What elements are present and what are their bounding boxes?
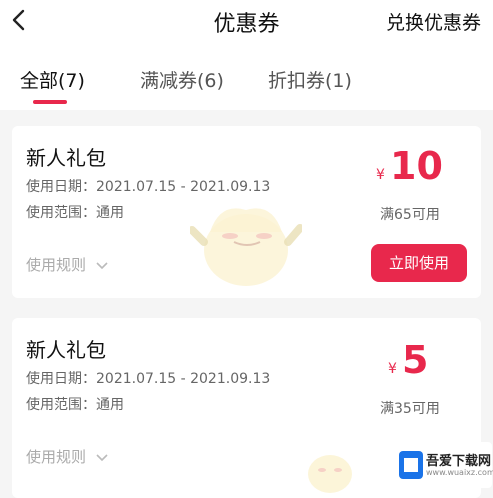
usage-rules-toggle[interactable]: 使用规则 — [26, 446, 109, 467]
tab-discount[interactable]: 折扣券(1) — [268, 66, 352, 93]
coupon-tabs: 全部(7) 满减券(6) 折扣券(1) — [0, 44, 493, 110]
coupon-name: 新人礼包 — [26, 338, 106, 362]
coupon-name: 新人礼包 — [26, 146, 106, 170]
usage-rules-label: 使用规则 — [26, 256, 87, 274]
tab-full-reduction[interactable]: 满减券(6) — [140, 66, 224, 93]
coupon-condition: 满65可用 — [380, 207, 440, 223]
usage-rules-label: 使用规则 — [26, 448, 87, 466]
coupon-scope: 使用范围：通用 — [26, 397, 124, 413]
use-now-button[interactable]: 立即使用 — [371, 244, 467, 282]
coupon-price: ¥ 10 — [376, 144, 443, 188]
coupon-condition: 满35可用 — [380, 401, 440, 417]
chevron-down-icon — [96, 261, 108, 269]
currency-symbol: ¥ — [376, 167, 385, 183]
coupon-amount: 5 — [402, 338, 429, 382]
redeem-coupon-button[interactable]: 兑换优惠券 — [386, 8, 481, 35]
watermark-site: 吾爱下载网 — [426, 454, 492, 469]
watermark-logo-icon — [399, 451, 423, 479]
coupon-date: 使用日期：2021.07.15 - 2021.09.13 — [26, 371, 271, 387]
active-tab-indicator — [33, 100, 67, 104]
coupon-amount: 10 — [390, 144, 443, 188]
chevron-down-icon — [96, 453, 108, 461]
usage-rules-toggle[interactable]: 使用规则 — [26, 254, 109, 275]
tab-all[interactable]: 全部(7) — [20, 66, 85, 93]
watermark-mascot-icon — [308, 455, 352, 493]
currency-symbol: ¥ — [388, 361, 397, 377]
watermark-url: www.wuaixz.com — [426, 468, 493, 477]
top-bar: 优惠券 兑换优惠券 — [0, 0, 493, 44]
coupon-price: ¥ 5 — [388, 338, 428, 382]
coupon-scope: 使用范围：通用 — [26, 205, 124, 221]
watermark-mascot-icon — [190, 208, 302, 286]
watermark-badge: 吾爱下载网 www.wuaixz.com — [394, 442, 493, 488]
